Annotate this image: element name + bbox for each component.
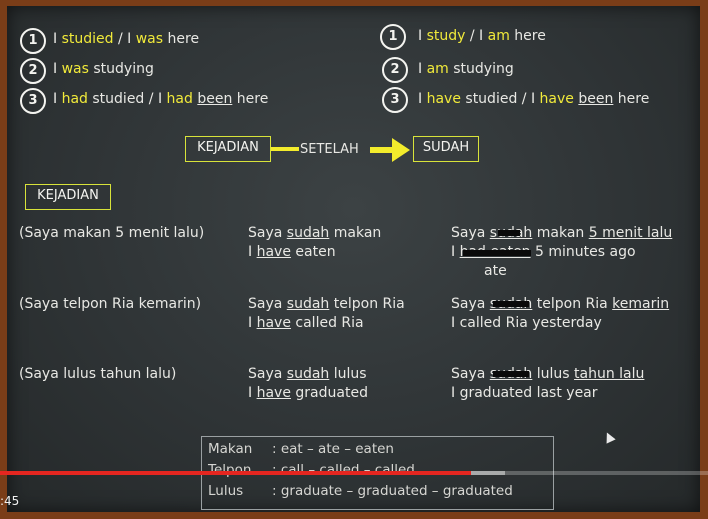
- example-2-indonesian: Saya sudah telpon Ria: [248, 296, 405, 312]
- number-badge-3-right: 3: [382, 87, 408, 113]
- example-3-english: I have graduated: [248, 385, 368, 401]
- connector-line: [271, 147, 299, 151]
- example-1-indonesian: Saya sudah makan: [248, 225, 382, 241]
- example-3-condition: (Saya lulus tahun lalu): [19, 366, 177, 382]
- video-progress-bar[interactable]: [0, 471, 471, 475]
- legend-row: Makan: eat – ate – eaten: [208, 441, 394, 457]
- legend-row: Lulus: graduate – graduated – graduated: [208, 483, 513, 499]
- example-2-correct-english: I called Ria yesterday: [451, 315, 602, 331]
- example-2-english: I have called Ria: [248, 315, 364, 331]
- strike-mark: [498, 230, 520, 236]
- sentence-2-left: I was studying: [53, 61, 154, 77]
- legend-row: Telpon: call – called – called: [208, 462, 415, 478]
- sudah-box: SUDAH: [413, 136, 479, 162]
- number-badge-1-left: 1: [20, 28, 46, 54]
- setelah-label: SETELAH: [300, 142, 359, 157]
- example-3-indonesian: Saya sudah lulus: [248, 366, 367, 382]
- example-2-condition: (Saya telpon Ria kemarin): [19, 296, 202, 312]
- example-1-correction: ate: [484, 263, 507, 279]
- number-badge-3-left: 3: [20, 88, 46, 114]
- number-badge-2-left: 2: [20, 58, 46, 84]
- example-3-incorrect-indonesian: Saya sudah lulus tahun lalu: [451, 366, 645, 382]
- sentence-3-right: I have studied / I have been here: [418, 91, 650, 107]
- example-2-incorrect-indonesian: Saya sudah telpon Ria kemarin: [451, 296, 670, 312]
- sentence-1-right: I study / I am here: [418, 28, 546, 44]
- example-1-incorrect-indonesian: Saya sudah makan 5 menit lalu: [451, 225, 673, 241]
- kejadian-box: KEJADIAN: [185, 136, 271, 162]
- mouse-cursor-icon: [602, 430, 616, 444]
- sentence-2-right: I am studying: [418, 61, 514, 77]
- chalkboard: 1 I studied / I was here 1 I study / I a…: [7, 6, 700, 512]
- example-3-correct-english: I graduated last year: [451, 385, 598, 401]
- example-1-english: I have eaten: [248, 244, 336, 260]
- sentence-3-left: I had studied / I had been here: [53, 91, 269, 107]
- section-label-kejadian: KEJADIAN: [25, 184, 111, 210]
- number-badge-2-right: 2: [382, 57, 408, 83]
- strike-mark: [463, 250, 531, 256]
- strike-mark: [493, 301, 529, 307]
- sentence-1-left: I studied / I was here: [53, 31, 200, 47]
- strike-mark: [493, 371, 529, 377]
- example-1-condition: (Saya makan 5 menit lalu): [19, 225, 205, 241]
- number-badge-1-right: 1: [380, 24, 406, 50]
- video-time-display: :45: [0, 494, 20, 508]
- arrow-right-icon: [370, 138, 410, 162]
